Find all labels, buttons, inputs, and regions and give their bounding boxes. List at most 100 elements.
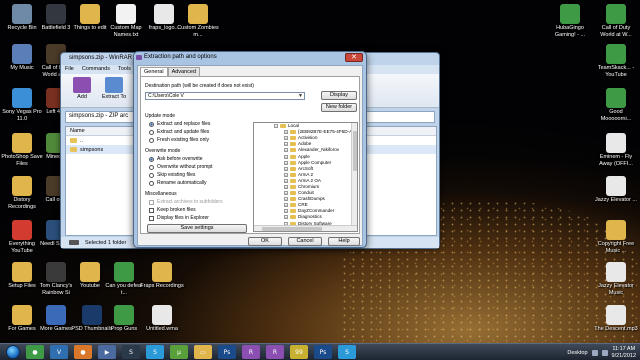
scrollbar-thumb[interactable] xyxy=(262,227,322,231)
radio-button[interactable] xyxy=(149,172,154,178)
folder-icon xyxy=(12,262,32,282)
expand-icon[interactable]: + xyxy=(284,142,288,147)
folder-icon xyxy=(80,262,100,282)
expand-icon[interactable]: + xyxy=(284,136,288,141)
desktop-toolbar-label[interactable]: Desktop xyxy=(567,350,587,356)
expand-icon[interactable]: + xyxy=(284,148,288,153)
chevron-down-icon[interactable]: ▼ xyxy=(298,93,303,100)
skype2-taskbar-icon[interactable]: S xyxy=(338,345,356,359)
tree-vertical-scrollbar[interactable] xyxy=(351,123,357,231)
expand-icon[interactable]: + xyxy=(284,172,288,177)
desktop-icon[interactable]: The Descent.mp3 xyxy=(594,305,638,333)
save-settings-button[interactable]: Save settings xyxy=(147,224,247,233)
expand-icon[interactable]: + xyxy=(284,154,288,159)
checkbox[interactable] xyxy=(149,207,154,213)
radio-button[interactable] xyxy=(149,129,154,135)
radio-button[interactable] xyxy=(149,137,154,143)
collapse-icon[interactable]: − xyxy=(274,124,278,129)
explorer-taskbar-icon[interactable]: ▭ xyxy=(194,345,212,359)
chrome-taskbar-icon[interactable]: ● xyxy=(26,345,44,359)
desktop-icon-label: Jazzy Elevator Music xyxy=(598,283,634,296)
network-icon[interactable] xyxy=(591,349,598,356)
radio-fresh-existing[interactable]: Fresh existing files only xyxy=(149,137,209,143)
utorrent-taskbar-icon[interactable]: µ xyxy=(170,345,188,359)
desktop-icon[interactable]: Jazzy Elevator Music xyxy=(594,262,638,296)
folder-icon xyxy=(290,166,296,171)
vegas-taskbar-icon[interactable]: V xyxy=(50,345,68,359)
menu-commands[interactable]: Commands xyxy=(82,66,110,73)
destination-path-input[interactable]: C:\Users\Cole V ▼ xyxy=(145,92,305,100)
radio-ask-before[interactable]: Ask before overwrite xyxy=(149,156,203,162)
scrollbar-thumb[interactable] xyxy=(353,131,357,171)
desktop-icon[interactable]: Custom Zombies m... xyxy=(176,4,220,38)
desktop-icon[interactable]: Good Mooooorni... xyxy=(594,88,638,122)
firefox-taskbar-icon[interactable]: ● xyxy=(74,345,92,359)
youtube-icon xyxy=(12,220,32,240)
expand-icon[interactable]: + xyxy=(284,184,288,189)
desktop-icon[interactable]: HubaGingo Gaming! - ... xyxy=(548,4,592,38)
start-button[interactable] xyxy=(6,345,20,359)
desktop-icon[interactable]: Untitled.wma xyxy=(140,305,184,333)
close-button[interactable]: ✕ xyxy=(345,53,363,62)
winrar-taskbar-icon[interactable]: R xyxy=(242,345,260,359)
radio-button[interactable] xyxy=(149,180,154,186)
desktop-icon[interactable]: Jazzy Elevator ... xyxy=(594,176,638,204)
expand-icon[interactable]: + xyxy=(284,178,288,183)
menu-file[interactable]: File xyxy=(65,66,74,73)
tree-horizontal-scrollbar[interactable] xyxy=(254,225,357,231)
expand-icon[interactable]: + xyxy=(284,203,288,208)
radio-extract-replace[interactable]: Extract and replace files xyxy=(149,121,210,127)
expand-icon[interactable]: + xyxy=(284,209,288,214)
media-taskbar-icon[interactable]: ▶ xyxy=(98,345,116,359)
cancel-button[interactable]: Cancel xyxy=(288,237,322,246)
new-folder-button[interactable]: New folder xyxy=(321,103,357,112)
display-button[interactable]: Display xyxy=(321,91,357,100)
taskbar: ● V ● ▶ S Sµ ▭ Ps R R 99 Ps S Desktop 11:17 AM 9/21/… xyxy=(0,343,640,360)
desktop-icon[interactable]: Copyright Free Music ... xyxy=(594,220,638,254)
radio-button[interactable] xyxy=(149,164,154,170)
tab-general[interactable]: General xyxy=(140,67,168,76)
expand-icon[interactable]: + xyxy=(284,130,288,135)
help-button[interactable]: Help xyxy=(328,237,360,246)
expand-icon[interactable]: + xyxy=(284,215,288,220)
folder-tree[interactable]: − Local + {2EB92B7E-EE75-4F5D-A + Activision +… xyxy=(253,122,358,232)
expand-icon[interactable]: + xyxy=(284,160,288,165)
radio-overwrite-no-prompt[interactable]: Overwrite without prompt xyxy=(149,164,213,170)
clock[interactable]: 11:17 AM 9/21/2012 xyxy=(612,346,636,359)
winrar2-taskbar-icon[interactable]: R xyxy=(266,345,284,359)
dialog-titlebar[interactable]: Extraction path and options ✕ xyxy=(134,52,366,63)
radio-button[interactable] xyxy=(149,156,154,162)
desktop-icon[interactable]: TeamSkack... - YouTube xyxy=(594,44,638,78)
skype-taskbar-icon[interactable]: S xyxy=(146,345,164,359)
photoshop-taskbar-icon[interactable]: Ps xyxy=(218,345,236,359)
desktop-icon[interactable]: Fraps Recordings xyxy=(140,262,184,290)
expand-icon[interactable]: + xyxy=(284,166,288,171)
fraps-taskbar-icon[interactable]: 99 xyxy=(290,345,308,359)
desktop-icon[interactable]: Eminem - Fly Away (OFFI... xyxy=(594,133,638,167)
checkbox[interactable] xyxy=(149,215,154,221)
tab-advanced[interactable]: Advanced xyxy=(167,67,201,76)
folder-icon xyxy=(70,147,77,152)
ok-button[interactable]: OK xyxy=(248,237,282,246)
extract-to-button[interactable]: Extract To xyxy=(101,76,127,105)
steam-taskbar-icon[interactable]: S xyxy=(122,345,140,359)
radio-button[interactable] xyxy=(149,121,154,127)
expand-icon[interactable]: + xyxy=(284,191,288,196)
radio-rename-auto[interactable]: Rename automatically xyxy=(149,180,206,186)
menu-tools[interactable]: Tools xyxy=(118,66,131,73)
extraction-dialog[interactable]: Extraction path and options ✕ General Ad… xyxy=(133,51,367,248)
check-extract-subfolders[interactable]: Extract archives to subfolders xyxy=(149,199,223,205)
radio-skip-existing[interactable]: Skip existing files xyxy=(149,172,195,178)
photoshop2-taskbar-icon[interactable]: Ps xyxy=(314,345,332,359)
psd-icon xyxy=(82,305,102,325)
add-button[interactable]: Add xyxy=(69,76,95,105)
volume-icon[interactable] xyxy=(601,349,608,356)
check-display-explorer[interactable]: Display files in Explorer xyxy=(149,215,209,221)
checkbox[interactable] xyxy=(149,199,154,205)
expand-icon[interactable]: + xyxy=(284,197,288,202)
system-tray: Desktop 11:17 AM 9/21/2012 xyxy=(567,344,636,360)
radio-extract-update[interactable]: Extract and update files xyxy=(149,129,209,135)
desktop-icon[interactable]: Call of Duty World at W... xyxy=(594,4,638,38)
check-keep-broken[interactable]: Keep broken files xyxy=(149,207,196,213)
folder-icon xyxy=(290,136,296,141)
